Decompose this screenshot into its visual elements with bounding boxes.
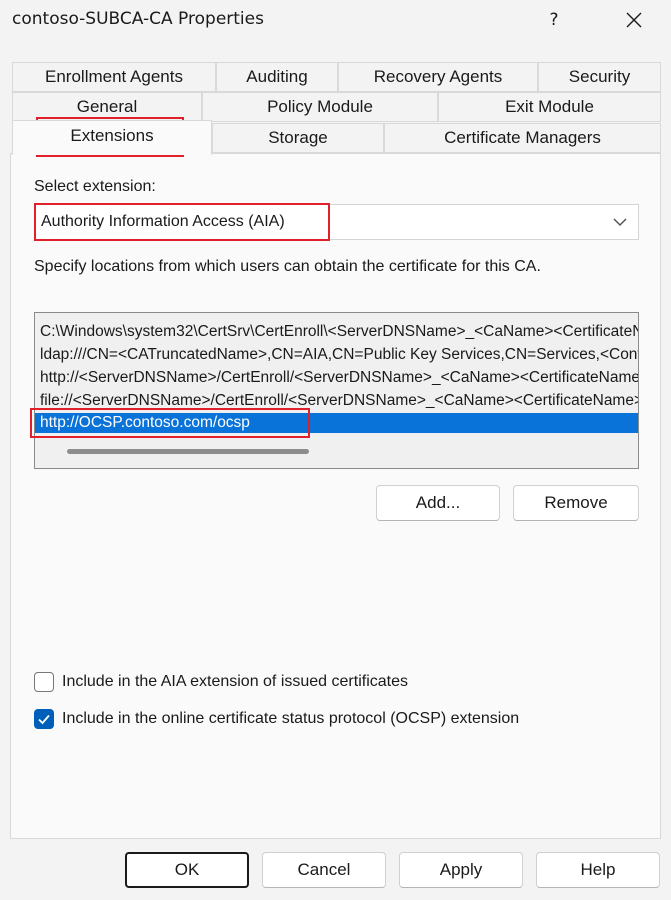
- extension-select-value: Authority Information Access (AIA): [41, 213, 285, 230]
- chevron-down-icon: [613, 218, 627, 227]
- location-list-item-selected[interactable]: http://OCSP.contoso.com/ocsp: [35, 413, 638, 433]
- location-list-item[interactable]: file://<ServerDNSName>/CertEnroll/<Serve…: [35, 391, 638, 411]
- extension-description: Specify locations from which users can o…: [34, 258, 541, 275]
- tab-general[interactable]: General: [12, 92, 202, 122]
- location-listbox[interactable]: C:\Windows\system32\CertSrv\CertEnroll\<…: [34, 312, 639, 469]
- tab-recovery-agents[interactable]: Recovery Agents: [338, 62, 538, 92]
- ok-button[interactable]: OK: [125, 852, 249, 888]
- close-icon: [626, 12, 642, 28]
- include-aia-checkbox[interactable]: [34, 672, 54, 692]
- select-extension-label: Select extension:: [34, 178, 156, 195]
- tab-enrollment-agents[interactable]: Enrollment Agents: [12, 62, 216, 92]
- help-title-button[interactable]: ?: [534, 4, 574, 36]
- help-glyph: ?: [549, 10, 559, 30]
- location-list-item[interactable]: http://<ServerDNSName>/CertEnroll/<Serve…: [35, 368, 638, 388]
- tab-extensions[interactable]: Extensions: [12, 120, 212, 155]
- location-list-item[interactable]: ldap:///CN=<CATruncatedName>,CN=AIA,CN=P…: [35, 345, 638, 365]
- tab-certificate-managers[interactable]: Certificate Managers: [384, 123, 661, 153]
- help-button[interactable]: Help: [536, 852, 660, 888]
- add-button[interactable]: Add...: [376, 485, 500, 521]
- horizontal-scrollbar-thumb[interactable]: [67, 449, 309, 454]
- window-title: contoso-SUBCA-CA Properties: [12, 9, 264, 29]
- tab-auditing[interactable]: Auditing: [216, 62, 338, 92]
- cancel-button[interactable]: Cancel: [262, 852, 386, 888]
- apply-button[interactable]: Apply: [399, 852, 523, 888]
- tab-storage[interactable]: Storage: [212, 123, 384, 153]
- title-bar: contoso-SUBCA-CA Properties ?: [0, 0, 671, 40]
- remove-button[interactable]: Remove: [513, 485, 639, 521]
- tab-exit-module[interactable]: Exit Module: [438, 92, 661, 122]
- location-list-item[interactable]: C:\Windows\system32\CertSrv\CertEnroll\<…: [35, 322, 638, 342]
- include-ocsp-checkbox[interactable]: [34, 709, 54, 729]
- tab-policy-module[interactable]: Policy Module: [202, 92, 438, 122]
- tab-security[interactable]: Security: [538, 62, 661, 92]
- include-aia-label: Include in the AIA extension of issued c…: [62, 673, 408, 690]
- close-button[interactable]: [614, 4, 654, 36]
- include-ocsp-label: Include in the online certificate status…: [62, 710, 520, 727]
- checkmark-icon: [38, 714, 50, 725]
- extension-select[interactable]: Authority Information Access (AIA): [34, 204, 639, 240]
